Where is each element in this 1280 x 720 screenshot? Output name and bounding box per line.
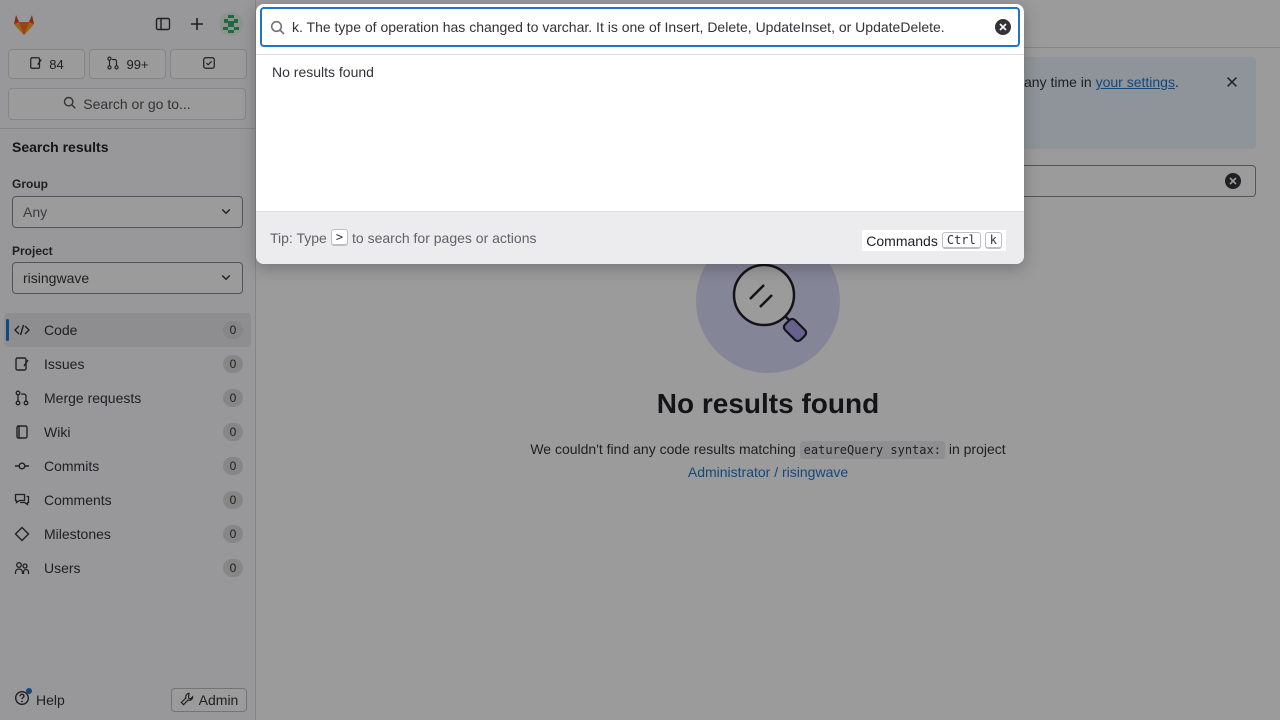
commands-button[interactable]: Commands Ctrl k bbox=[862, 230, 1006, 251]
tip-suffix: to search for pages or actions bbox=[352, 229, 537, 246]
tip-key: > bbox=[330, 229, 349, 246]
global-search-input[interactable]: k. The type of operation has changed to … bbox=[260, 7, 1020, 47]
search-input-value: k. The type of operation has changed to … bbox=[292, 19, 945, 35]
divider bbox=[256, 54, 1024, 55]
search-tip: Tip: Type > to search for pages or actio… bbox=[270, 229, 536, 246]
commands-label: Commands bbox=[866, 232, 938, 249]
commands-key-k: k bbox=[984, 232, 1002, 249]
commands-key-ctrl: Ctrl bbox=[941, 232, 981, 249]
tip-prefix: Tip: Type bbox=[270, 229, 327, 246]
search-modal: k. The type of operation has changed to … bbox=[256, 4, 1024, 264]
no-results-text: No results found bbox=[272, 64, 374, 80]
clear-icon[interactable] bbox=[994, 18, 1012, 39]
modal-footer: Tip: Type > to search for pages or actio… bbox=[256, 211, 1024, 264]
search-icon bbox=[270, 20, 286, 39]
